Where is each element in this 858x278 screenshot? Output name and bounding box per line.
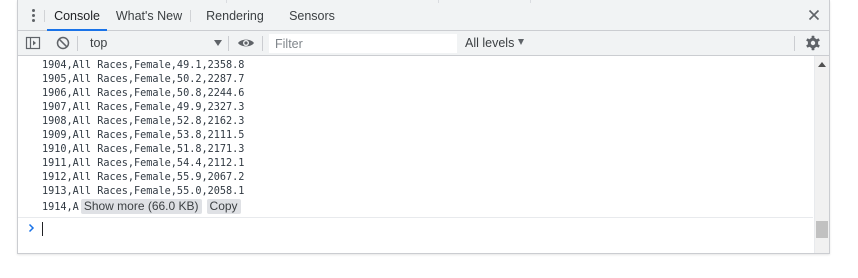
devtools-panel: Console What's New Rendering Sensors top… [17,0,830,254]
log-line: 1908,All Races,Female,52.8,2162.3 [42,116,245,127]
text-caret [42,222,43,236]
devtools-tab-bar: Console What's New Rendering Sensors [18,0,829,31]
log-line: 1904,All Races,Female,49.1,2358.8 [42,60,245,71]
log-levels-dropdown[interactable]: All levels [465,34,525,52]
context-selector[interactable]: top [82,34,222,52]
tab-sensors[interactable]: Sensors [284,3,340,30]
truncated-log-line: 1914,A Show more (66.0 KB) Copy [18,199,813,216]
toolbar-separator [77,36,78,51]
copy-button[interactable]: Copy [206,199,241,214]
tab-separator [44,10,45,22]
console-output: 1904,All Races,Female,49.1,2358.8 1905,A… [18,59,813,216]
toolbar-separator [228,36,229,51]
tab-rendering[interactable]: Rendering [202,3,268,30]
close-icon[interactable] [807,8,821,22]
console-toolbar: top All levels [18,31,829,56]
log-line: 1913,All Races,Female,55.0,2058.1 [42,186,245,197]
console-scrollbar[interactable] [814,56,829,253]
chevron-down-icon [214,40,222,46]
tab-separator [190,10,191,22]
seam-3 [530,0,531,3]
log-line: 1909,All Races,Female,53.8,2111.5 [42,130,245,141]
toolbar-separator [262,36,263,51]
log-line: 1905,All Races,Female,50.2,2287.7 [42,74,245,85]
chevron-down-icon [518,39,525,45]
console-prompt[interactable] [18,217,813,240]
chevron-right-icon [27,222,37,234]
toggle-sidebar-icon[interactable] [25,35,41,51]
log-line: 1906,All Races,Female,50.8,2244.6 [42,88,245,99]
toolbar-separator [794,36,795,51]
log-line: 1911,All Races,Female,54.4,2112.1 [42,158,245,169]
scroll-up-arrow-icon[interactable] [818,62,826,67]
live-expression-eye-icon[interactable] [237,35,255,51]
log-levels-label: All levels [465,36,515,50]
log-line: 1910,All Races,Female,51.8,2171.3 [42,144,245,155]
seam-2 [438,0,439,3]
tab-console[interactable]: Console [47,3,107,31]
console-area: 1904,All Races,Female,49.1,2358.8 1905,A… [18,56,829,253]
scroll-thumb[interactable] [816,221,828,238]
log-line: 1907,All Races,Female,49.9,2327.3 [42,102,245,113]
log-line: 1912,All Races,Female,55.9,2067.2 [42,172,245,183]
filter-input[interactable] [269,34,457,53]
clear-console-icon[interactable] [55,35,71,51]
kebab-menu-icon[interactable] [29,9,39,23]
show-more-button[interactable]: Show more (66.0 KB) [80,199,202,214]
gear-icon[interactable] [805,35,821,51]
tab-whats-new[interactable]: What's New [114,3,184,30]
context-value: top [90,36,108,50]
truncated-text: 1914,A [42,202,79,213]
